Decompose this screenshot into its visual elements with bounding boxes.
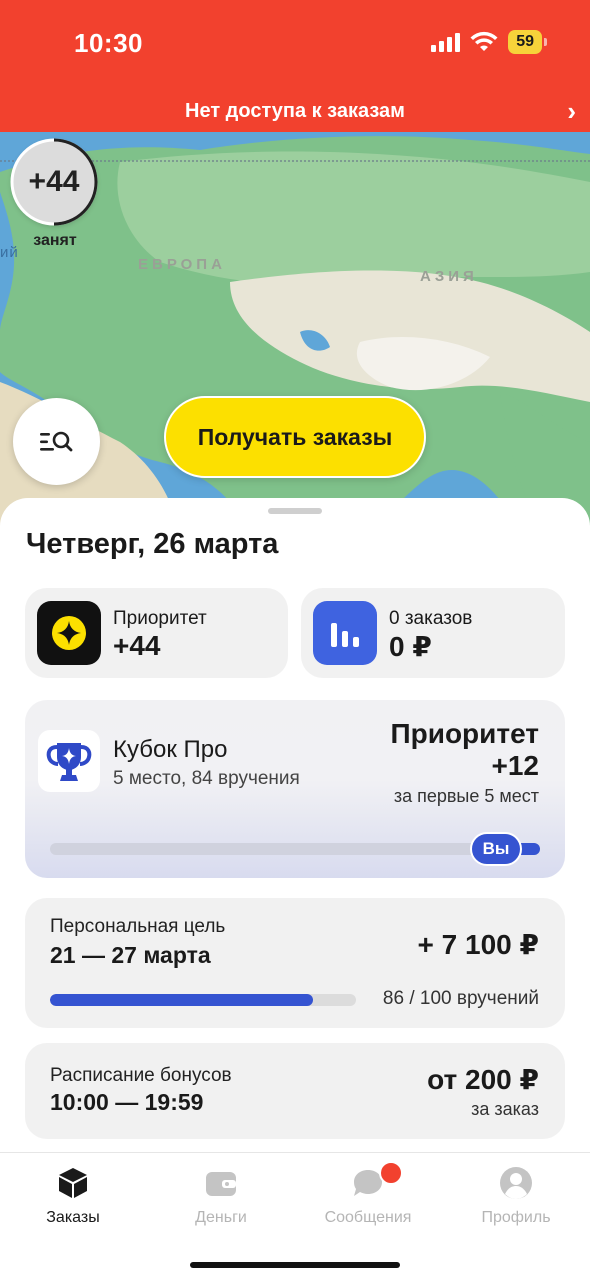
- status-time: 10:30: [74, 28, 143, 58]
- priority-indicator[interactable]: +44: [10, 138, 98, 226]
- priority-tile-value: +44: [113, 630, 161, 661]
- cup-priority-label: Приоритет: [390, 718, 540, 749]
- battery-indicator: 59: [508, 30, 547, 54]
- bar-chart-icon: [313, 601, 377, 665]
- no-access-alert[interactable]: Нет доступа к заказам ›: [0, 94, 590, 128]
- tab-profile-label: Профиль: [481, 1209, 551, 1226]
- tab-messages[interactable]: Сообщения: [298, 1165, 438, 1227]
- status-icons: 59: [431, 30, 547, 54]
- goal-title: Персональная цель: [50, 916, 226, 937]
- tab-money-label: Деньги: [195, 1209, 247, 1226]
- chevron-right-icon: ›: [567, 96, 576, 126]
- goal-progress-fill: [50, 994, 314, 1006]
- alert-text: Нет доступа к заказам: [185, 99, 405, 122]
- tab-money[interactable]: Деньги: [151, 1165, 291, 1227]
- busy-status-label: занят: [33, 232, 77, 249]
- trophy-icon: [38, 730, 100, 792]
- cup-progress-track: [50, 843, 540, 855]
- tab-orders-label: Заказы: [46, 1209, 100, 1226]
- home-indicator[interactable]: [190, 1262, 400, 1268]
- map-label-asia: АЗИЯ: [420, 268, 478, 285]
- wifi-icon: [470, 31, 498, 51]
- unread-badge: [379, 1161, 403, 1185]
- cup-pro-card[interactable]: Кубок Про 5 место, 84 вручения Приоритет…: [25, 700, 565, 878]
- priority-tile[interactable]: Приоритет +44: [25, 588, 288, 678]
- bonus-title: Расписание бонусов: [50, 1065, 232, 1086]
- bonus-note: за заказ: [471, 1099, 539, 1119]
- profile-icon: [500, 1167, 532, 1199]
- tab-profile[interactable]: Профиль: [446, 1165, 586, 1227]
- cup-priority-value: +12: [491, 750, 540, 781]
- search-list-icon: [39, 431, 72, 451]
- sheet-handle[interactable]: [268, 508, 322, 514]
- priority-tile-label: Приоритет: [113, 608, 207, 629]
- bonus-schedule-card[interactable]: Расписание бонусов 10:00 — 19:59 от 200 …: [25, 1043, 565, 1139]
- goal-progress-track: [50, 994, 356, 1006]
- tab-orders[interactable]: Заказы: [3, 1165, 143, 1227]
- map-label-europe: ЕВРОПА: [138, 256, 226, 273]
- orders-tile-label: 0 заказов: [389, 608, 473, 629]
- bonus-amount: от 200 ₽: [427, 1064, 539, 1095]
- goal-progress-text: 86 / 100 вручений: [382, 988, 539, 1009]
- goal-dates: 21 — 27 марта: [50, 942, 211, 968]
- you-badge: Вы: [470, 832, 522, 866]
- cup-title: Кубок Про: [113, 736, 228, 763]
- top-header: 10:30 59 Нет доступа к заказам ›: [0, 0, 590, 132]
- search-list-button[interactable]: [13, 398, 100, 485]
- cup-subtitle: 5 место, 84 вручения: [113, 768, 300, 789]
- signal-icon: [431, 32, 461, 52]
- tab-messages-label: Сообщения: [324, 1209, 412, 1226]
- box-icon: [59, 1168, 87, 1198]
- personal-goal-card[interactable]: Персональная цель 21 — 27 марта + 7 100 …: [25, 898, 565, 1028]
- date-title: Четверг, 26 марта: [26, 528, 279, 560]
- orders-tile[interactable]: 0 заказов 0 ₽: [301, 588, 565, 678]
- bonus-time: 10:00 — 19:59: [50, 1089, 204, 1115]
- orders-tile-value: 0 ₽: [389, 631, 432, 662]
- goal-amount: + 7 100 ₽: [417, 929, 539, 960]
- bottom-tab-bar: Заказы Деньги Сообщения Профиль: [0, 1152, 590, 1280]
- priority-icon: [37, 601, 101, 665]
- priority-ring-icon: [10, 138, 98, 226]
- map-label-edge: ий: [0, 244, 19, 261]
- cup-priority-note: за первые 5 мест: [393, 786, 539, 806]
- get-orders-button[interactable]: Получать заказы: [164, 396, 426, 478]
- bottom-sheet: Четверг, 26 марта Приоритет +44 0 заказо…: [0, 498, 590, 1158]
- wallet-icon: [206, 1172, 236, 1196]
